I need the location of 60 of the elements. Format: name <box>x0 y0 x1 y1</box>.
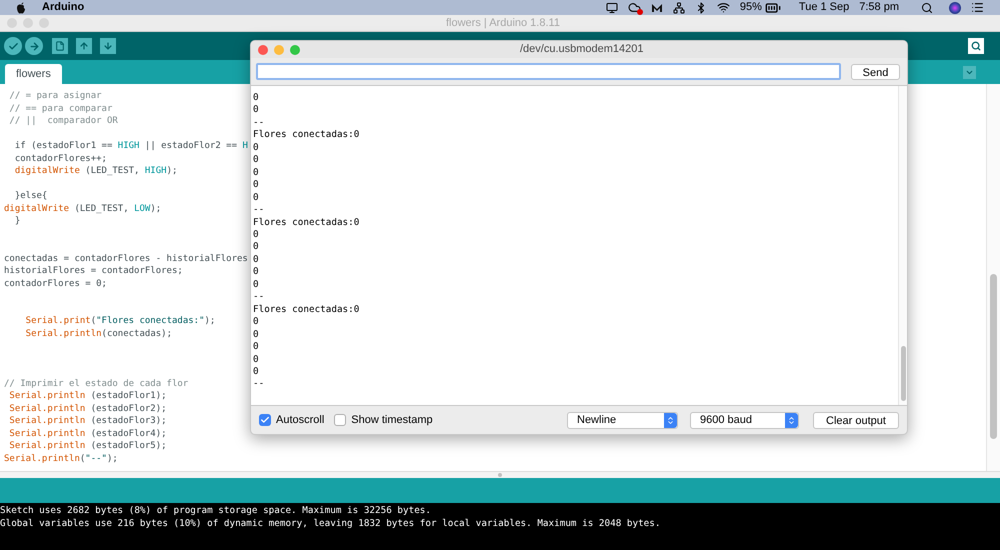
code-line: digitalWrite (LED_TEST, HIGH); <box>14 165 178 178</box>
clear-output-button[interactable]: Clear output <box>813 412 899 428</box>
code-line: // = para asignar <box>8 90 102 102</box>
code-line: } <box>14 215 20 228</box>
code-line: // == para comparar <box>8 102 112 115</box>
output-line: 0 <box>253 316 259 329</box>
output-line: -- <box>253 378 264 391</box>
output-line: 0 <box>253 241 259 254</box>
code-line: Serial.println (estadoFlor4); <box>8 428 167 440</box>
window-title: /dev/cu.usbmodem14201 <box>520 42 644 58</box>
code-line: Serial.print("Flores conectadas:"); <box>24 315 216 328</box>
window-title: flowers | Arduino 1.8.11 <box>446 16 560 31</box>
output-line: -- <box>253 116 264 130</box>
output-line: 0 <box>253 154 259 167</box>
code-line: conectadas = contadorFlores - historialFlores <box>4 252 248 265</box>
menu-bar-date[interactable]: Tue 1 Sep <box>798 0 850 16</box>
code-line: historialFlores = contadorFlores; <box>4 265 183 278</box>
output-line: 0 <box>253 341 259 354</box>
output-line: 0 <box>253 354 259 366</box>
code-line: Serial.println("--"); <box>4 452 118 465</box>
output-line: 0 <box>253 179 259 192</box>
output-line: 0 <box>253 366 259 378</box>
output-line: 0 <box>253 142 259 154</box>
output-line: 0 <box>253 228 259 242</box>
output-line: -- <box>253 204 264 217</box>
code-line: }else{ <box>14 190 48 202</box>
output-line: Flores conectadas:0 <box>253 216 360 229</box>
code-line: // Imprimir el estado de cada flor <box>4 378 188 390</box>
console-line: Global variables use 216 bytes (10%) of dynamic memory, leaving 1832 bytes for local variables. Maximum is 2048 bytes. <box>0 518 660 530</box>
code-line: // || comparador OR <box>8 115 118 128</box>
output-line: 0 <box>253 266 259 279</box>
baud-rate-select[interactable]: 9600 baud <box>690 412 799 428</box>
output-line: Flores conectadas:0 <box>253 304 360 316</box>
code-line: Serial.println (estadoFlor5); <box>8 440 167 452</box>
code-line: if (estadoFlor1 == HIGH || estadoFlor2 == H <box>14 140 248 152</box>
menu-bar-time[interactable]: 7:58 pm <box>859 0 899 16</box>
app-menu[interactable]: Arduino <box>42 0 84 16</box>
code-line: Serial.println (estadoFlor1); <box>8 390 167 402</box>
code-line: Serial.println(conectadas); <box>24 328 172 340</box>
output-line: Flores conectadas:0 <box>253 129 360 142</box>
send-button[interactable]: Send <box>851 64 900 80</box>
code-line: digitalWrite (LED_TEST, LOW); <box>4 202 162 215</box>
output-line: 0 <box>253 328 259 342</box>
code-line: contadorFlores = 0; <box>4 278 107 290</box>
battery-percent: 95% <box>740 0 762 16</box>
output-line: 0 <box>253 104 259 117</box>
code-line: contadorFlores++; <box>14 152 107 165</box>
sketch-tab[interactable]: flowers <box>5 64 62 84</box>
output-line: 0 <box>253 192 259 204</box>
output-line: 0 <box>253 254 259 266</box>
output-line: 0 <box>253 92 259 104</box>
timestamp-label: Show timestamp <box>351 412 433 428</box>
code-line: Serial.println (estadoFlor3); <box>8 415 167 428</box>
code-line: Serial.println (estadoFlor2); <box>8 402 167 415</box>
output-line: 0 <box>253 166 259 180</box>
output-line: -- <box>253 291 264 304</box>
line-ending-select[interactable]: Newline <box>567 412 678 428</box>
console-line: Sketch uses 2682 bytes (8%) of program storage space. Maximum is 32256 bytes. <box>0 505 431 518</box>
autoscroll-label: Autoscroll <box>276 412 324 428</box>
output-line: 0 <box>253 278 259 292</box>
